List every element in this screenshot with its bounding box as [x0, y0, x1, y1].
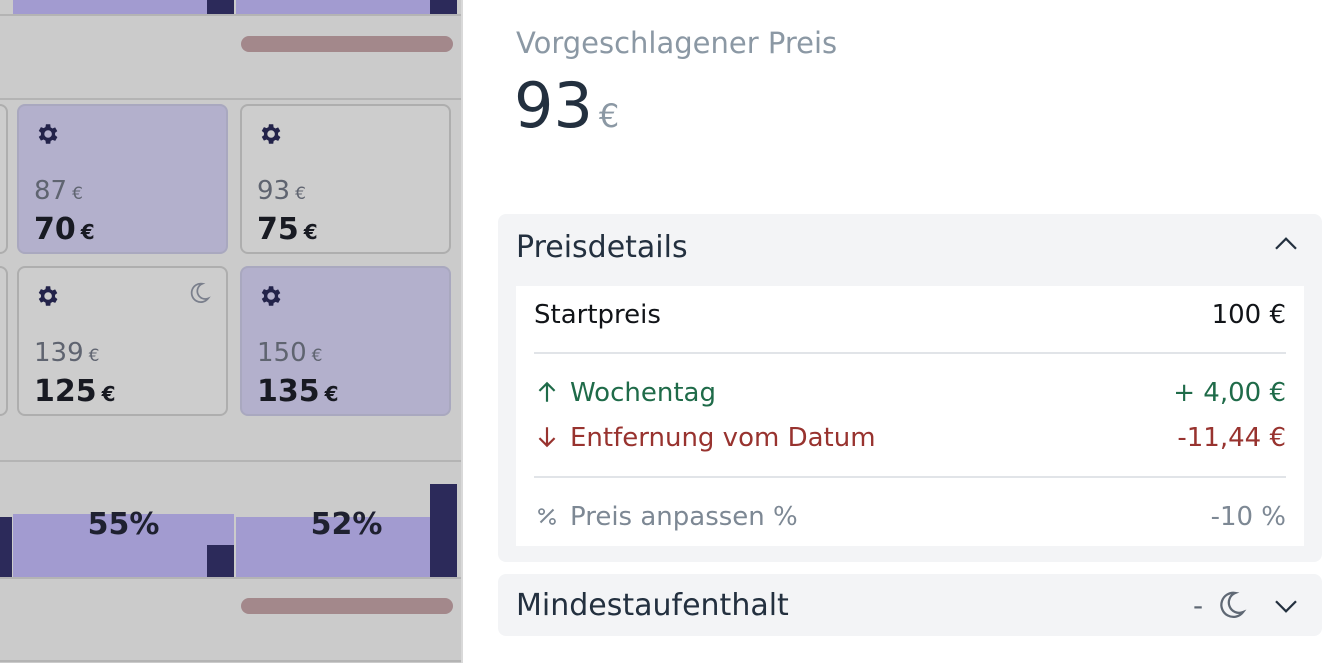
suggested-price-currency: €: [598, 97, 620, 135]
adjustment-row-distance: Entfernung vom Datum -11,44 €: [534, 423, 1286, 459]
arrow-up-icon: [538, 381, 556, 402]
divider: [534, 476, 1286, 478]
occupancy-label: 55%: [87, 507, 160, 542]
calendar-cell[interactable]: 87 € 70 €: [17, 104, 228, 254]
adjustment-label: Wochentag: [570, 378, 716, 408]
percent-adjust-row: Preis anpassen % -10 %: [534, 502, 1286, 538]
occupancy-bar: [13, 0, 234, 14]
event-pill[interactable]: [241, 598, 453, 614]
adjustment-value: -11,44 €: [1177, 423, 1286, 453]
cell-price: 125 €: [34, 374, 116, 409]
adjustment-value: + 4,00 €: [1173, 378, 1286, 408]
cell-price: 75 €: [257, 212, 318, 247]
suggested-price-label: Vorgeschlagener Preis: [516, 26, 838, 60]
gear-icon: [38, 124, 58, 144]
chevron-up-icon[interactable]: [1271, 230, 1301, 260]
occupancy-bar-marker: [207, 545, 234, 577]
original-price: 139 €: [34, 338, 100, 368]
divider: [0, 460, 461, 462]
original-price: 93 €: [257, 176, 306, 206]
price-details-card: Preisdetails Startpreis 100 € Wochentag …: [498, 214, 1322, 562]
percent-adjust-label: Preis anpassen %: [570, 502, 798, 532]
min-stay-title[interactable]: Mindestaufenthalt: [516, 588, 789, 623]
occupancy-bar-marker: [430, 0, 457, 14]
pane-divider: [461, 0, 463, 663]
moon-icon: [1220, 591, 1247, 619]
suggested-price: 93 €: [514, 68, 619, 154]
divider: [0, 577, 461, 579]
percent-icon: [538, 508, 556, 525]
calendar-cell[interactable]: 139 € 125 €: [17, 266, 228, 416]
calendar-pane: 87 € 70 € 93 € 75 € 139 € 125 € 150 € 135 € 55% …: [0, 0, 461, 663]
adjustment-row-weekday: Wochentag + 4,00 €: [534, 378, 1286, 414]
occupancy-bar-marker: [207, 0, 234, 14]
min-stay-value: -: [1193, 589, 1204, 622]
original-price: 87 €: [34, 176, 83, 206]
occupancy-bar: [236, 0, 457, 14]
calendar-cell-partial[interactable]: [0, 104, 8, 254]
divider: [0, 98, 461, 100]
calendar-cell[interactable]: 93 € 75 €: [240, 104, 451, 254]
calendar-cell[interactable]: 150 € 135 €: [240, 266, 451, 416]
price-details-body: Startpreis 100 € Wochentag + 4,00 € Entf…: [516, 286, 1304, 546]
occupancy-bar-marker: [0, 517, 12, 577]
event-pill[interactable]: [241, 36, 453, 52]
occupancy-label: 52%: [310, 507, 383, 542]
gear-icon: [261, 124, 281, 144]
cell-price: 135 €: [257, 374, 339, 409]
divider: [0, 14, 461, 16]
min-stay-card[interactable]: Mindestaufenthalt -: [498, 574, 1322, 636]
divider: [0, 660, 461, 662]
start-price-label: Startpreis: [534, 300, 661, 330]
adjustment-label: Entfernung vom Datum: [570, 423, 876, 453]
gear-icon: [38, 286, 58, 306]
start-price-row: Startpreis 100 €: [534, 300, 1286, 336]
arrow-down-icon: [538, 427, 556, 448]
calendar-cell-partial[interactable]: [0, 266, 8, 416]
cell-price: 70 €: [34, 212, 95, 247]
suggested-price-value: 93: [514, 69, 593, 142]
divider: [534, 352, 1286, 354]
percent-adjust-value[interactable]: -10 %: [1211, 502, 1286, 532]
moon-icon: [190, 282, 211, 303]
gear-icon: [261, 286, 281, 306]
price-details-title[interactable]: Preisdetails: [516, 230, 688, 265]
start-price-value: 100 €: [1211, 300, 1286, 330]
chevron-down-icon[interactable]: [1271, 590, 1301, 620]
original-price: 150 €: [257, 338, 323, 368]
